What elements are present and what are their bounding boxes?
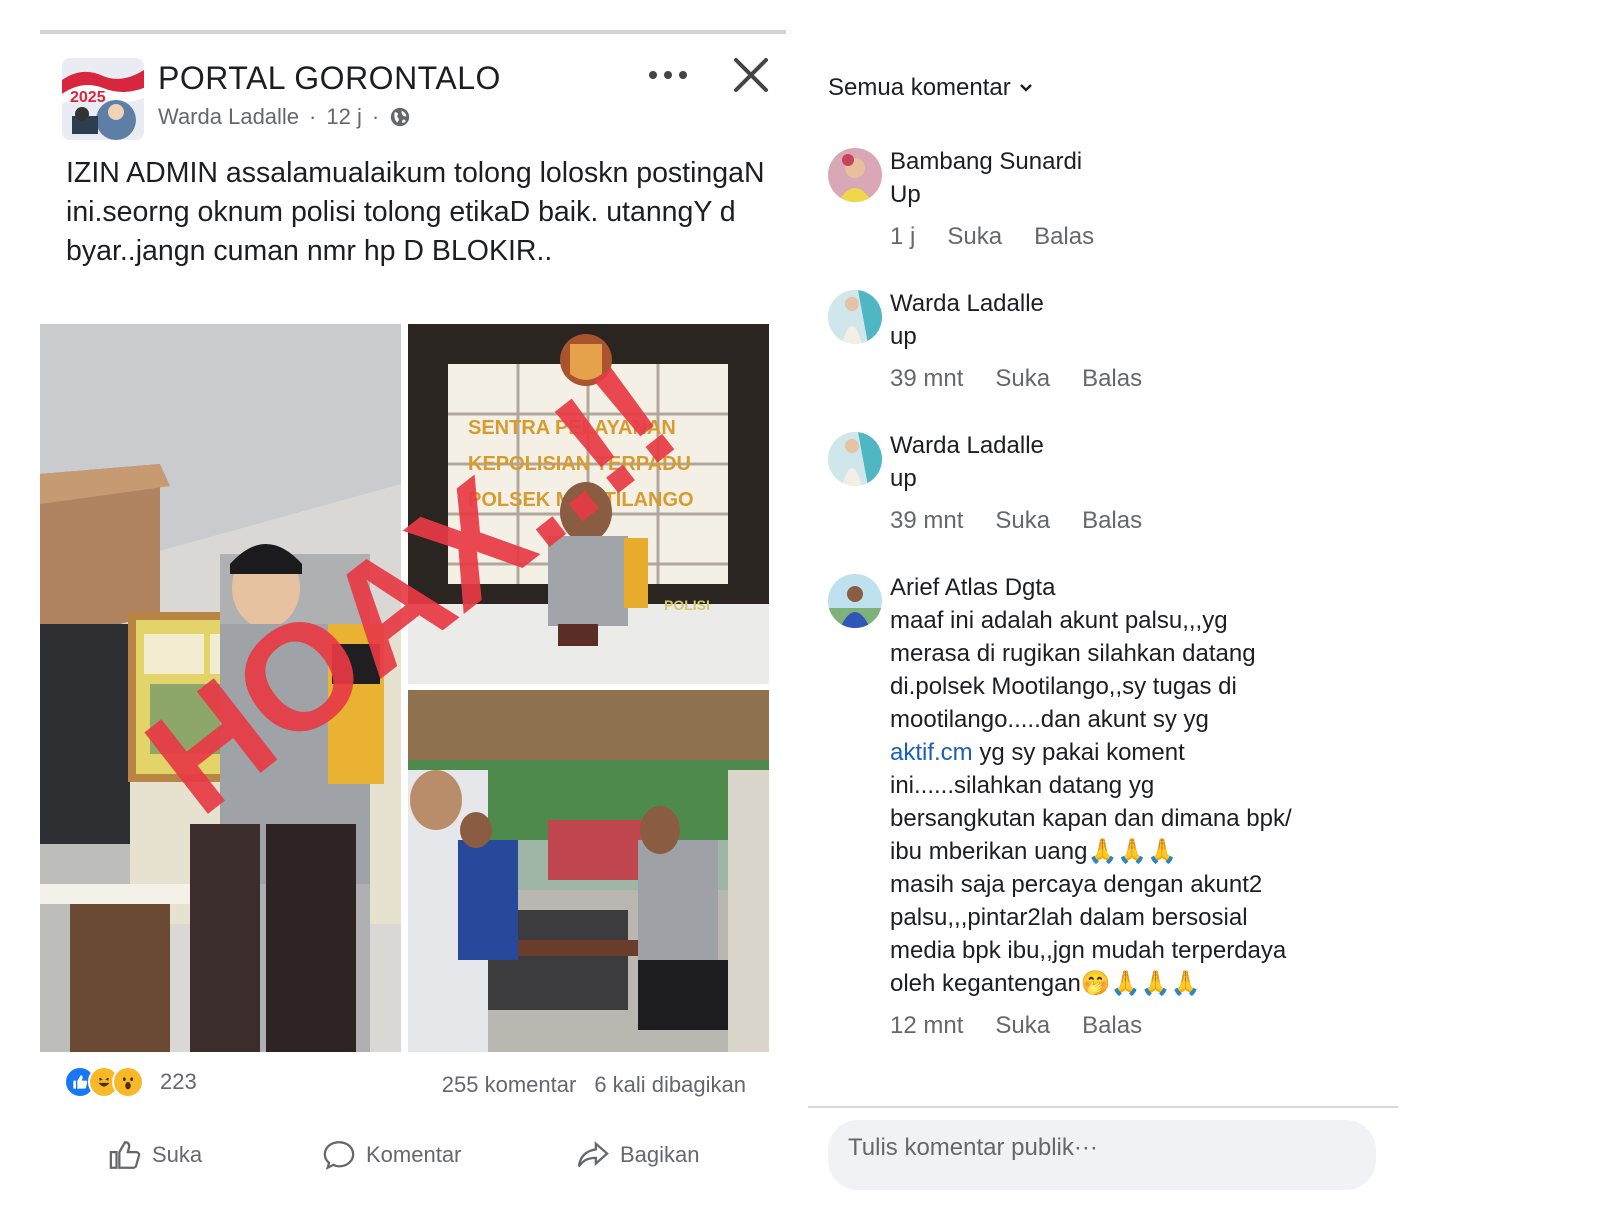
more-icon[interactable] [640, 58, 696, 92]
comment-link[interactable]: aktif.cm [890, 739, 973, 766]
comment-like-button[interactable]: Suka [995, 1012, 1050, 1040]
commenter-name[interactable]: Arief Atlas Dgta [890, 572, 1370, 604]
comment-text: up [890, 323, 917, 350]
wow-reaction-icon [112, 1066, 144, 1098]
share-button[interactable]: Bagikan [576, 1138, 700, 1172]
comment-reply-button[interactable]: Balas [1082, 507, 1142, 535]
comment-label: Komentar [366, 1142, 462, 1167]
reaction-count: 223 [160, 1069, 197, 1094]
comment-text-part: maaf ini adalah akunt palsu,,,yg merasa … [890, 607, 1256, 733]
comment-text: up [890, 465, 917, 492]
like-label: Suka [152, 1142, 203, 1167]
post-photo-officers-seated[interactable] [408, 690, 769, 1052]
share-icon [577, 1141, 609, 1168]
top-divider [40, 30, 786, 34]
comment-text: maaf ini adalah akunt palsu,,,yg merasa … [890, 604, 1370, 1000]
comment-reply-button[interactable]: Balas [1082, 1012, 1142, 1040]
comment-button[interactable]: Komentar [322, 1138, 461, 1172]
wall-sign-line-2: KEPOLISIAN TERPADU [468, 453, 691, 475]
commenter-name[interactable]: Warda Ladalle [890, 430, 1370, 462]
comment-time[interactable]: 39 mnt [890, 365, 963, 393]
comment-count-link[interactable]: 255 komentar [442, 1072, 577, 1098]
share-label: Bagikan [620, 1142, 700, 1167]
meta-separator: · [371, 104, 380, 129]
commenter-name[interactable]: Warda Ladalle [890, 288, 1370, 320]
commenter-avatar[interactable] [828, 148, 882, 202]
comment-time[interactable]: 12 mnt [890, 1012, 963, 1040]
post-meta: Warda Ladalle · 12 j · [158, 104, 411, 130]
comment-like-button[interactable]: Suka [947, 223, 1002, 251]
thumbs-up-icon [109, 1141, 141, 1169]
chevron-down-icon [1019, 84, 1032, 92]
composer-divider [808, 1106, 1398, 1108]
post-text: IZIN ADMIN assalamualaikum tolong lolosk… [66, 157, 765, 267]
page-avatar[interactable]: 2025 [62, 58, 144, 140]
commenter-avatar[interactable] [828, 290, 882, 344]
armband-text: POLISI [664, 597, 710, 613]
post-action-bar: Suka Komentar Bagikan [40, 1122, 786, 1170]
commenter-avatar[interactable] [828, 432, 882, 486]
facebook-post: 2025 PORTAL GORONTALO Warda Ladalle · 12… [40, 30, 786, 1190]
page-name[interactable]: PORTAL GORONTALO [158, 60, 501, 97]
post-photo-officer-desk[interactable]: SENTRA PELAYANAN KEPOLISIAN TERPADU POLS… [408, 324, 769, 684]
close-icon[interactable] [728, 52, 774, 98]
comment-time[interactable]: 39 mnt [890, 507, 963, 535]
reactions-summary[interactable]: 223 [64, 1066, 197, 1098]
comment-input[interactable]: Tulis komentar publik··· [828, 1120, 1376, 1190]
globe-icon [391, 107, 410, 127]
post-stats: 255 komentar 6 kali dibagikan [442, 1072, 746, 1098]
commenter-avatar[interactable] [828, 574, 882, 628]
comment-reply-button[interactable]: Balas [1082, 365, 1142, 393]
svg-text:2025: 2025 [70, 89, 106, 106]
comment-icon [323, 1141, 355, 1170]
comment-text: Up [890, 181, 921, 208]
comment-reply-button[interactable]: Balas [1034, 223, 1094, 251]
comment-like-button[interactable]: Suka [995, 365, 1050, 393]
post-time[interactable]: 12 j [326, 104, 361, 130]
comment-filter-dropdown[interactable]: Semua komentar [828, 74, 1033, 102]
author-name[interactable]: Warda Ladalle [158, 104, 299, 130]
like-button[interactable]: Suka [108, 1138, 202, 1172]
comment-time[interactable]: 1 j [890, 223, 915, 251]
post-photo-officer-standing[interactable] [40, 324, 401, 1052]
share-count-link[interactable]: 6 kali dibagikan [594, 1072, 746, 1098]
wall-sign-line-1: SENTRA PELAYANAN [468, 417, 676, 439]
comments-panel: Semua komentar Bambang Sunardi Up 1 j Su… [808, 30, 1408, 1190]
commenter-name[interactable]: Bambang Sunardi [890, 146, 1370, 178]
comment-filter-label: Semua komentar [828, 74, 1011, 101]
comment-text-part: yg sy pakai koment ini......silahkan dat… [890, 739, 1292, 997]
comment-like-button[interactable]: Suka [995, 507, 1050, 535]
meta-separator: · [309, 104, 317, 129]
